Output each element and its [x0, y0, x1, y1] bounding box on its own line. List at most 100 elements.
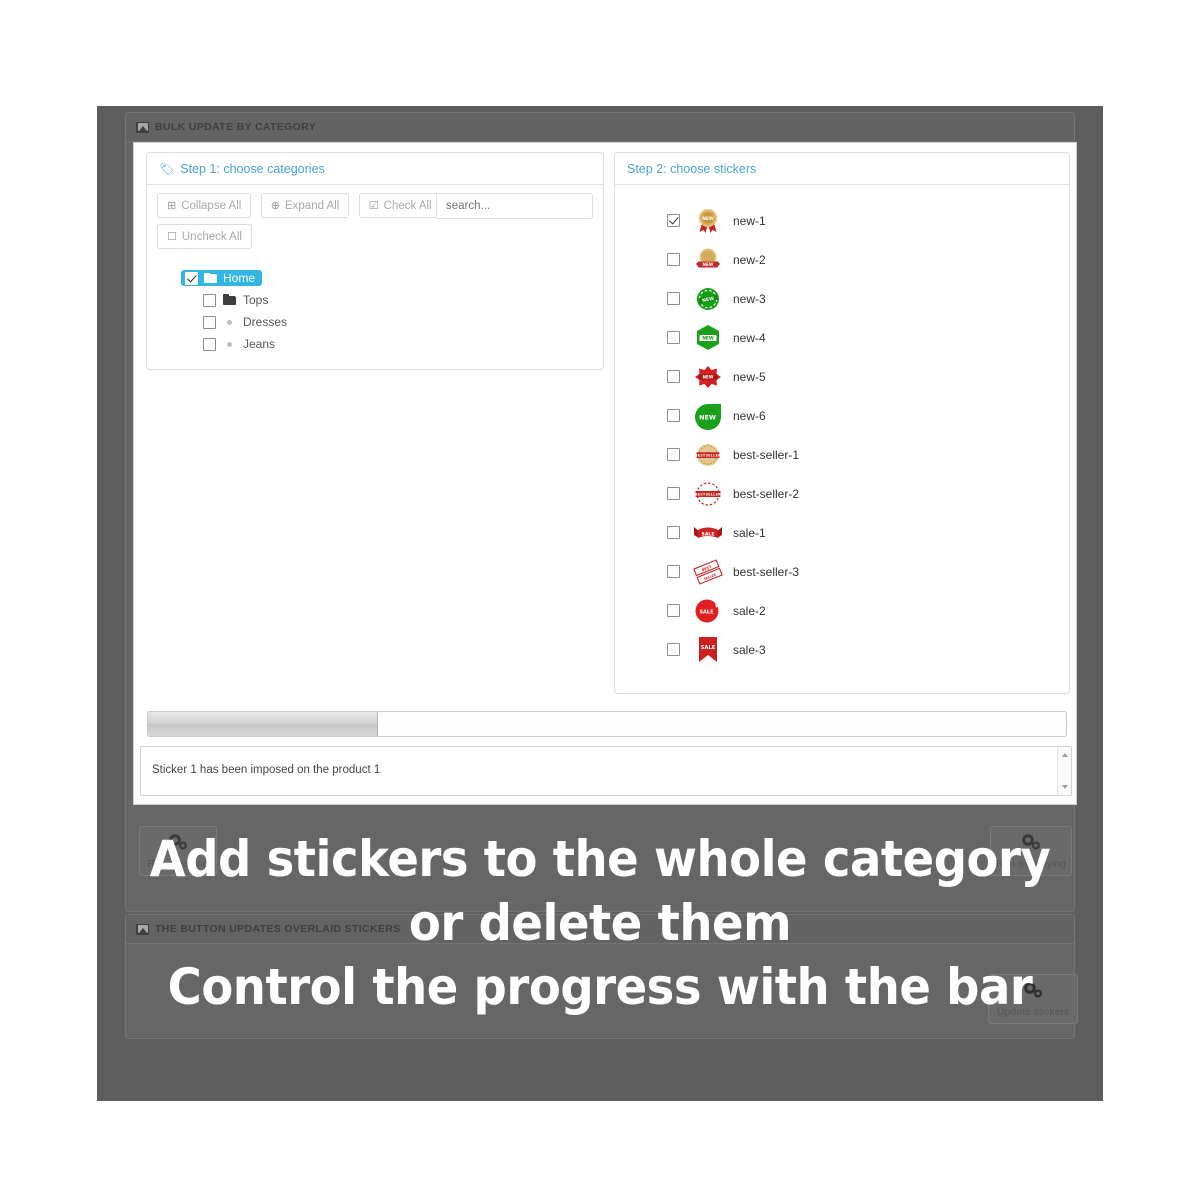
sticker-row[interactable]: NEW new-2	[667, 240, 1069, 279]
gold-circle-bestseller-stamp: BESTSELLER	[691, 440, 725, 470]
step1-label: Step 1: choose categories	[180, 162, 325, 176]
collapse-all-button[interactable]: ⊞ Collapse All	[157, 193, 252, 218]
sticker-checkbox[interactable]	[667, 604, 680, 617]
sticker-label: new-1	[733, 213, 766, 228]
dot-icon	[227, 341, 232, 347]
progress-bar-fill	[148, 712, 378, 736]
sticker-checkbox[interactable]	[667, 565, 680, 578]
check-all-label: Check All	[383, 199, 432, 212]
log-textarea[interactable]: Sticker 1 has been imposed on the produc…	[140, 746, 1072, 796]
run-cleaning-button[interactable]: Run cleaning	[139, 826, 217, 876]
tree-node-tops[interactable]: Tops	[185, 289, 603, 311]
step2-header: Step 2: choose stickers	[615, 153, 1069, 185]
step1-header: 🏷 Step 1: choose categories	[147, 153, 603, 185]
green-drop-new-badge: NEW	[691, 401, 725, 431]
sticker-row[interactable]: BEST SELLER best-seller-3	[667, 552, 1069, 591]
tree-node-dresses-checkbox[interactable]	[203, 315, 216, 329]
gears-icon	[167, 833, 189, 856]
sticker-checkbox[interactable]	[667, 526, 680, 539]
red-circle-sale-sticker: SALE	[691, 596, 725, 626]
run-overlaying-button[interactable]: Run overlaying	[990, 826, 1072, 876]
tree-toolbar: ⊞ Collapse All ⊕ Expand All ☑ Check All …	[147, 185, 603, 257]
uncheck-all-button[interactable]: ☐ Uncheck All	[157, 224, 252, 249]
sticker-label: sale-1	[733, 525, 766, 540]
sticker-row[interactable]: NEW new-3	[667, 279, 1069, 318]
tree-node-home-selected[interactable]: Home	[181, 270, 263, 286]
tree-node-jeans-checkbox[interactable]	[203, 337, 216, 351]
uncheck-all-label: Uncheck All	[181, 230, 242, 243]
sticker-row[interactable]: NEW new-4	[667, 318, 1069, 357]
step2-label: Step 2: choose stickers	[627, 162, 757, 176]
gold-seal-new-ribbon: NEW	[691, 245, 725, 275]
sticker-row[interactable]: SALE sale-2	[667, 591, 1069, 630]
svg-text:NEW: NEW	[703, 374, 714, 379]
svg-text:NEW: NEW	[702, 335, 714, 341]
sticker-label: new-3	[733, 291, 766, 306]
progress-bar[interactable]	[147, 711, 1067, 737]
sticker-row[interactable]: NEW new-1	[667, 201, 1069, 240]
scroll-up-icon[interactable]	[1061, 753, 1068, 757]
folder-closed-icon	[223, 294, 236, 305]
search-input[interactable]	[436, 193, 593, 219]
tree-node-home-checkbox[interactable]	[185, 271, 198, 285]
screenshot-root: BULK UPDATE BY CATEGORY 🏷 Step 1: choose…	[0, 0, 1200, 1200]
sticker-row[interactable]: NEW new-6	[667, 396, 1069, 435]
tag-icon: 🏷	[159, 162, 175, 176]
sticker-checkbox[interactable]	[667, 409, 680, 422]
sticker-checkbox[interactable]	[667, 331, 680, 344]
red-banner-sale-ribbon: SALE	[691, 518, 725, 548]
svg-text:NEW: NEW	[703, 262, 714, 267]
step2-panel: Step 2: choose stickers NEW new-1 NEW new-2…	[614, 152, 1070, 694]
sticker-row[interactable]: BESTSELLER best-seller-1	[667, 435, 1069, 474]
sticker-checkbox[interactable]	[667, 448, 680, 461]
sticker-checkbox[interactable]	[667, 214, 680, 227]
gold-medal-new-badge: NEW	[691, 206, 725, 236]
expand-all-label: Expand All	[284, 199, 340, 212]
green-circle-new-stamp: NEW	[691, 284, 725, 314]
green-hexagon-new-badge: NEW	[691, 323, 725, 353]
sticker-label: sale-2	[733, 603, 766, 618]
category-tree: Home Tops Dresses Jeans	[147, 257, 603, 355]
update-stickers-panel: THE BUTTON UPDATES OVERLAID STICKERS	[125, 914, 1075, 1039]
sticker-row[interactable]: BESTSELLER best-seller-2	[667, 474, 1069, 513]
sticker-row[interactable]: NEW new-5	[667, 357, 1069, 396]
log-scrollbar[interactable]	[1057, 747, 1071, 795]
sticker-checkbox[interactable]	[667, 253, 680, 266]
sticker-checkbox[interactable]	[667, 487, 680, 500]
svg-text:BESTSELLER: BESTSELLER	[695, 453, 721, 457]
tree-node-home-label: Home	[223, 271, 256, 285]
picture-icon	[136, 923, 149, 935]
collapse-all-label: Collapse All	[181, 199, 242, 212]
sticker-row[interactable]: SALE sale-1	[667, 513, 1069, 552]
update-stickers-panel-header: THE BUTTON UPDATES OVERLAID STICKERS	[126, 915, 1074, 944]
scroll-down-icon[interactable]	[1061, 785, 1068, 789]
run-cleaning-label: Run cleaning	[147, 857, 209, 870]
svg-text:SALE: SALE	[702, 531, 715, 537]
update-stickers-button[interactable]: Update stickers	[988, 974, 1078, 1024]
sticker-list: NEW new-1 NEW new-2 NEW new-3 NEW new-4 NEW new-5…	[615, 185, 1069, 683]
sticker-label: best-seller-2	[733, 486, 800, 501]
expand-all-button[interactable]: ⊕ Expand All	[260, 193, 350, 218]
red-starburst-new-badge: NEW	[691, 362, 725, 392]
check-all-button[interactable]: ☑ Check All	[358, 193, 442, 218]
tree-node-tops-label: Tops	[243, 293, 269, 307]
red-circle-bestseller-stamp: BESTSELLER	[691, 479, 725, 509]
tree-node-jeans[interactable]: Jeans	[185, 333, 603, 355]
sticker-label: new-5	[733, 369, 766, 384]
tree-node-tops-checkbox[interactable]	[203, 293, 216, 307]
tree-node-dresses[interactable]: Dresses	[185, 311, 603, 333]
empty-square-icon: ☐	[167, 231, 177, 243]
svg-text:SALE: SALE	[699, 609, 714, 615]
sticker-row[interactable]: SALE sale-3	[667, 630, 1069, 669]
sticker-checkbox[interactable]	[667, 370, 680, 383]
sticker-checkbox[interactable]	[667, 292, 680, 305]
red-bookmark-sale-ribbon: SALE	[691, 635, 725, 665]
checked-square-icon: ☑	[368, 200, 379, 212]
folder-open-icon	[204, 273, 217, 283]
sticker-checkbox[interactable]	[667, 643, 680, 656]
tree-node-home[interactable]: Home	[181, 267, 603, 289]
red-diagonal-bestseller-ribbons: BEST SELLER	[691, 557, 725, 587]
sticker-label: new-2	[733, 252, 766, 267]
svg-text:NEW: NEW	[699, 413, 716, 421]
bulk-update-panel-title: BULK UPDATE BY CATEGORY	[155, 121, 317, 133]
